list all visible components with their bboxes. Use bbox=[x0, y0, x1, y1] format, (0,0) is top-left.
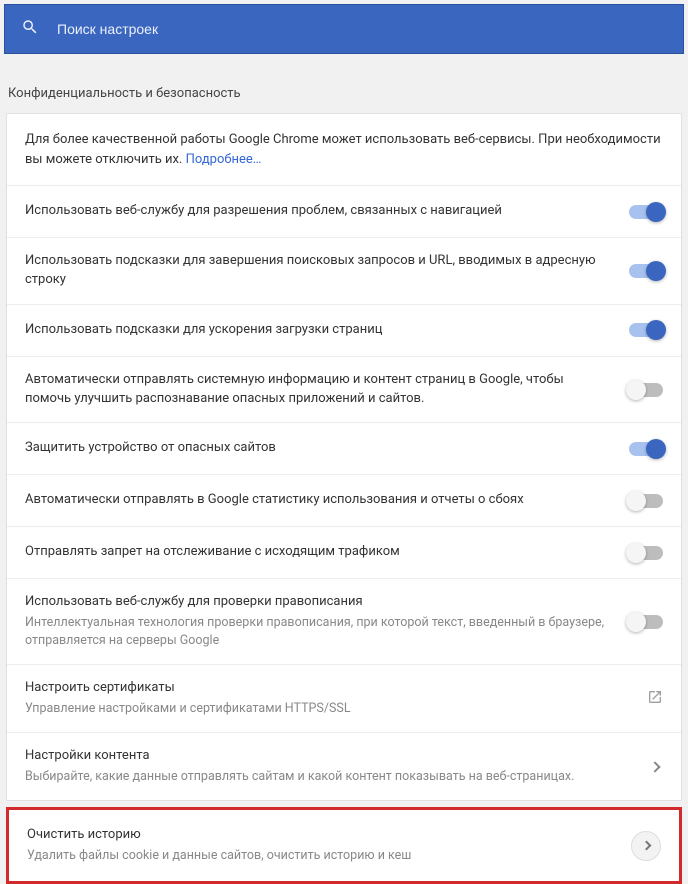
row-title: Использовать веб-службу для проверки пра… bbox=[25, 593, 609, 612]
row-certificates[interactable]: Настроить сертификаты Управление настрой… bbox=[7, 665, 681, 733]
clear-history-button[interactable] bbox=[631, 831, 661, 861]
row-subtitle: Удалить файлы cookie и данные сайтов, оч… bbox=[27, 847, 611, 865]
row-safe-browsing[interactable]: Защитить устройство от опасных сайтов bbox=[7, 423, 681, 475]
row-title: Использовать подсказки для завершения по… bbox=[25, 252, 609, 290]
row-title: Автоматически отправлять в Google статис… bbox=[25, 491, 609, 510]
search-input[interactable] bbox=[57, 21, 667, 37]
intro-text: Для более качественной работы Google Chr… bbox=[7, 114, 681, 186]
row-title: Настроить сертификаты bbox=[25, 679, 627, 698]
row-clear-history[interactable]: Очистить историю Удалить файлы cookie и … bbox=[9, 810, 679, 881]
row-title: Отправлять запрет на отслеживание с исхо… bbox=[25, 543, 609, 562]
row-suggestions[interactable]: Использовать подсказки для завершения по… bbox=[7, 238, 681, 305]
intro-text-body: Для более качественной работы Google Chr… bbox=[25, 132, 661, 167]
search-bar[interactable] bbox=[4, 4, 684, 54]
clear-history-highlight: Очистить историю Удалить файлы cookie и … bbox=[6, 807, 682, 884]
row-content-settings[interactable]: Настройки контента Выбирайте, какие данн… bbox=[7, 733, 681, 800]
toggle-nav-service[interactable] bbox=[629, 205, 663, 219]
row-sys-info[interactable]: Автоматически отправлять системную инфор… bbox=[7, 357, 681, 424]
row-subtitle: Выбирайте, какие данные отправлять сайта… bbox=[25, 768, 631, 786]
learn-more-link[interactable]: Подробнее… bbox=[186, 152, 262, 167]
toggle-spellcheck[interactable] bbox=[629, 615, 663, 629]
toggle-preload[interactable] bbox=[629, 323, 663, 337]
row-preload[interactable]: Использовать подсказки для ускорения заг… bbox=[7, 305, 681, 357]
row-title: Использовать подсказки для ускорения заг… bbox=[25, 321, 609, 340]
toggle-crash-stats[interactable] bbox=[629, 494, 663, 508]
row-title: Настройки контента bbox=[25, 747, 631, 766]
row-title: Очистить историю bbox=[27, 826, 611, 845]
row-title: Использовать веб-службу для разрешения п… bbox=[25, 202, 609, 221]
row-crash-stats[interactable]: Автоматически отправлять в Google статис… bbox=[7, 475, 681, 527]
search-icon bbox=[21, 18, 39, 40]
row-subtitle: Управление настройками и сертификатами H… bbox=[25, 700, 627, 718]
external-link-icon bbox=[647, 689, 663, 709]
row-spellcheck[interactable]: Использовать веб-службу для проверки пра… bbox=[7, 579, 681, 665]
section-title: Конфиденциальность и безопасность bbox=[0, 58, 688, 113]
chevron-right-icon bbox=[641, 841, 651, 851]
row-nav-service[interactable]: Использовать веб-службу для разрешения п… bbox=[7, 186, 681, 238]
row-dnt[interactable]: Отправлять запрет на отслеживание с исхо… bbox=[7, 527, 681, 579]
chevron-right-icon bbox=[649, 761, 660, 772]
row-subtitle: Интеллектуальная технология проверки пра… bbox=[25, 614, 609, 650]
row-title: Автоматически отправлять системную инфор… bbox=[25, 371, 609, 409]
privacy-card: Для более качественной работы Google Chr… bbox=[6, 113, 682, 801]
toggle-sys-info[interactable] bbox=[629, 383, 663, 397]
toggle-dnt[interactable] bbox=[629, 546, 663, 560]
toggle-suggestions[interactable] bbox=[629, 264, 663, 278]
row-title: Защитить устройство от опасных сайтов bbox=[25, 439, 609, 458]
toggle-safe-browsing[interactable] bbox=[629, 442, 663, 456]
